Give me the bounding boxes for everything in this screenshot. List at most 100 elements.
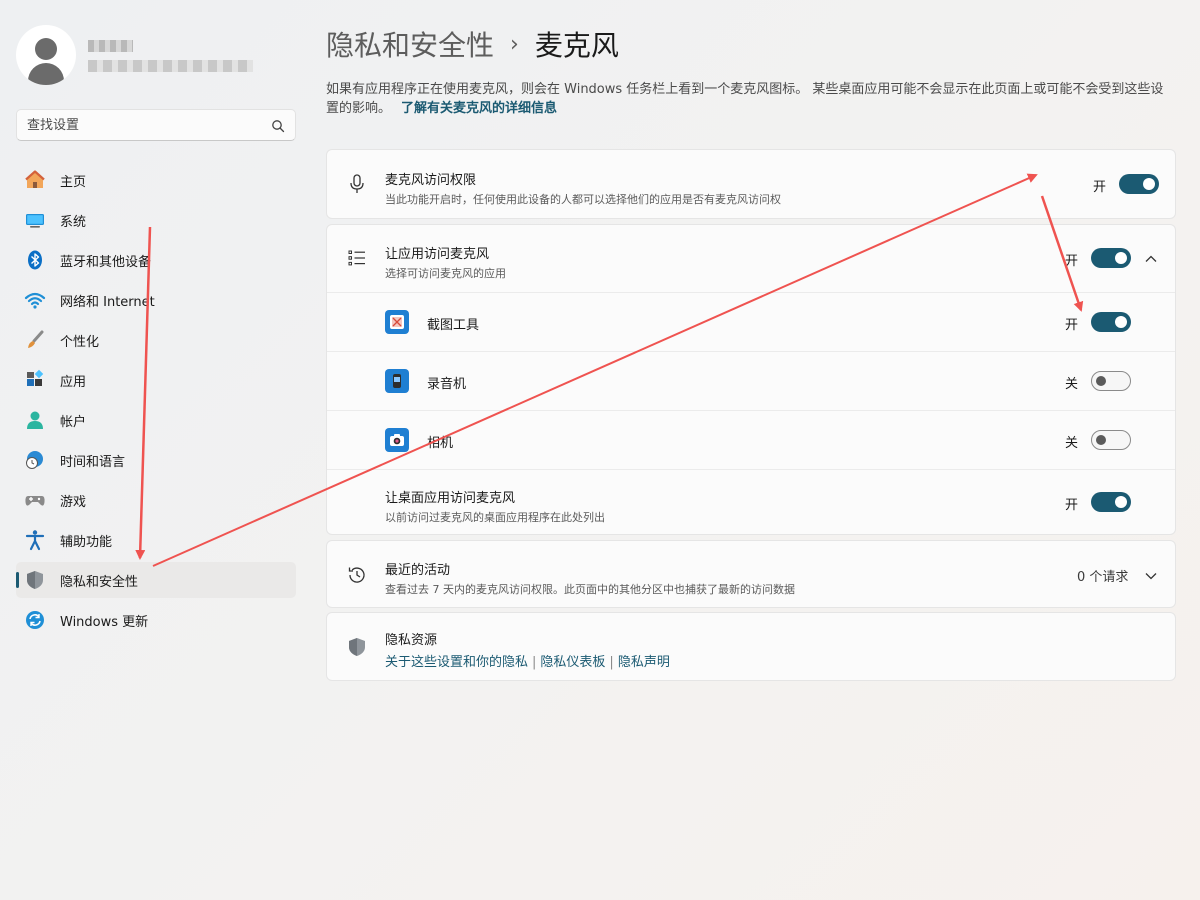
microphone-icon xyxy=(345,172,369,196)
sidebar-item-gaming[interactable]: 游戏 xyxy=(16,482,296,518)
learn-more-link[interactable]: 了解有关麦克风的详细信息 xyxy=(401,101,557,116)
sound-recorder-icon xyxy=(385,369,409,393)
desktop-app-access-title: 让桌面应用访问麦克风 xyxy=(385,491,516,506)
app-state: 开 xyxy=(1065,318,1079,333)
sidebar-item-label: 主页 xyxy=(60,174,87,190)
mic-access-toggle[interactable] xyxy=(1119,174,1159,194)
page-description: 如果有应用程序正在使用麦克风，则会在 Windows 任务栏上看到一个麦克风图标… xyxy=(326,80,1176,118)
app-row-sound-recorder: 录音机 关 xyxy=(327,351,1175,410)
sidebar-item-network[interactable]: 网络和 Internet xyxy=(16,282,296,318)
sidebar-item-accounts[interactable]: 帐户 xyxy=(16,402,296,438)
app-access-text: 让应用访问麦克风 选择可访问麦克风的应用 xyxy=(385,243,506,281)
globe-clock-icon xyxy=(24,449,46,471)
history-icon xyxy=(345,563,369,587)
shield-icon xyxy=(345,635,369,659)
home-icon xyxy=(24,169,46,191)
privacy-settings-link[interactable]: 关于这些设置和你的隐私 xyxy=(385,655,528,670)
brush-icon xyxy=(24,329,46,351)
sound-recorder-toggle[interactable] xyxy=(1091,371,1131,391)
app-access-toggle[interactable] xyxy=(1091,248,1131,268)
sidebar-item-label: 应用 xyxy=(60,374,87,390)
desktop-app-access-subtitle: 以前访问过麦克风的桌面应用程序在此处列出 xyxy=(385,511,605,524)
app-name: 相机 xyxy=(427,436,454,451)
mic-access-subtitle: 当此功能开启时，任何使用此设备的人都可以选择他们的应用是否有麦克风访问权 xyxy=(385,193,781,206)
recent-activity-title: 最近的活动 xyxy=(385,563,451,578)
sidebar-item-label: 隐私和安全性 xyxy=(60,574,139,590)
breadcrumb: 隐私和安全性 › 麦克风 xyxy=(326,24,619,64)
sidebar-item-label: 时间和语言 xyxy=(60,454,126,470)
mic-access-title: 麦克风访问权限 xyxy=(385,173,477,188)
sidebar-item-system[interactable]: 系统 xyxy=(16,202,296,238)
desktop-app-access-row: 让桌面应用访问麦克风 以前访问过麦克风的桌面应用程序在此处列出 开 xyxy=(327,469,1175,533)
app-state: 关 xyxy=(1065,377,1079,392)
sidebar-item-accessibility[interactable]: 辅助功能 xyxy=(16,522,296,558)
search-icon[interactable] xyxy=(271,118,285,133)
desktop-app-access-toggle[interactable] xyxy=(1091,492,1131,512)
request-count: 0 个请求 xyxy=(1077,570,1129,585)
app-access-row[interactable]: 让应用访问麦克风 选择可访问麦克风的应用 开 xyxy=(327,225,1175,292)
recent-activity-text: 最近的活动 查看过去 7 天内的麦克风访问权限。此页面中的其他分区中也捕获了最新… xyxy=(385,559,795,597)
app-state: 关 xyxy=(1065,436,1079,451)
apps-icon xyxy=(24,369,46,391)
desktop-app-access-state: 开 xyxy=(1065,498,1079,513)
sidebar-item-privacy-security[interactable]: 隐私和安全性 xyxy=(16,562,296,598)
search-box[interactable] xyxy=(16,109,296,141)
sidebar-item-time-language[interactable]: 时间和语言 xyxy=(16,442,296,478)
bluetooth-icon xyxy=(24,249,46,271)
mic-access-state: 开 xyxy=(1093,180,1107,195)
account-icon xyxy=(24,409,46,431)
chevron-up-icon[interactable] xyxy=(1144,251,1158,265)
mic-access-text: 麦克风访问权限 当此功能开启时，任何使用此设备的人都可以选择他们的应用是否有麦克… xyxy=(385,169,781,207)
gamepad-icon xyxy=(24,489,46,511)
app-access-card: 让应用访问麦克风 选择可访问麦克风的应用 开 截图工具 开 录音机 关 相机 关… xyxy=(326,224,1176,535)
privacy-statement-link[interactable]: 隐私声明 xyxy=(618,655,670,670)
camera-icon xyxy=(385,428,409,452)
app-row-snipping-tool: 截图工具 开 xyxy=(327,292,1175,351)
sidebar-item-bluetooth[interactable]: 蓝牙和其他设备 xyxy=(16,242,296,278)
camera-toggle[interactable] xyxy=(1091,430,1131,450)
sidebar-item-label: 网络和 Internet xyxy=(60,294,155,310)
app-access-subtitle: 选择可访问麦克风的应用 xyxy=(385,267,506,280)
app-access-title: 让应用访问麦克风 xyxy=(385,247,490,262)
breadcrumb-parent[interactable]: 隐私和安全性 xyxy=(326,24,494,64)
nav-list: 主页 系统 蓝牙和其他设备 网络和 Internet 个性化 应用 帐户 时间和… xyxy=(16,162,296,642)
sidebar-item-apps[interactable]: 应用 xyxy=(16,362,296,398)
recent-activity-subtitle: 查看过去 7 天内的麦克风访问权限。此页面中的其他分区中也捕获了最新的访问数据 xyxy=(385,583,795,596)
sidebar-item-home[interactable]: 主页 xyxy=(16,162,296,198)
chevron-down-icon[interactable] xyxy=(1144,568,1158,582)
user-name-redacted xyxy=(88,40,133,52)
app-name: 录音机 xyxy=(427,377,467,392)
list-icon xyxy=(345,246,369,270)
sidebar: 主页 系统 蓝牙和其他设备 网络和 Internet 个性化 xyxy=(0,0,310,900)
search-input[interactable] xyxy=(27,117,271,133)
recent-activity-card[interactable]: 最近的活动 查看过去 7 天内的麦克风访问权限。此页面中的其他分区中也捕获了最新… xyxy=(326,540,1176,608)
wifi-icon xyxy=(24,289,46,311)
privacy-resources-title: 隐私资源 xyxy=(385,633,438,648)
sidebar-item-label: 蓝牙和其他设备 xyxy=(60,254,152,270)
link-separator: | xyxy=(532,655,537,670)
desktop-app-access-text: 让桌面应用访问麦克风 以前访问过麦克风的桌面应用程序在此处列出 xyxy=(385,487,605,525)
sidebar-item-label: 系统 xyxy=(60,214,87,230)
sidebar-item-personalization[interactable]: 个性化 xyxy=(16,322,296,358)
privacy-dashboard-link[interactable]: 隐私仪表板 xyxy=(540,655,605,670)
link-separator: | xyxy=(609,655,614,670)
app-row-camera: 相机 关 xyxy=(327,410,1175,469)
privacy-resources-card: 隐私资源 关于这些设置和你的隐私 | 隐私仪表板 | 隐私声明 xyxy=(326,612,1176,681)
sidebar-item-label: 游戏 xyxy=(60,494,87,510)
snipping-tool-icon xyxy=(385,310,409,334)
update-icon xyxy=(24,609,46,631)
app-access-state: 开 xyxy=(1065,254,1079,269)
snipping-tool-toggle[interactable] xyxy=(1091,312,1131,332)
mic-access-row: 麦克风访问权限 当此功能开启时，任何使用此设备的人都可以选择他们的应用是否有麦克… xyxy=(327,150,1175,218)
sidebar-item-label: 帐户 xyxy=(60,414,87,430)
sidebar-item-label: Windows 更新 xyxy=(60,614,149,630)
app-name: 截图工具 xyxy=(427,318,480,333)
privacy-resources-links: 关于这些设置和你的隐私 | 隐私仪表板 | 隐私声明 xyxy=(385,651,670,670)
user-avatar[interactable] xyxy=(16,25,76,85)
mic-access-card: 麦克风访问权限 当此功能开启时，任何使用此设备的人都可以选择他们的应用是否有麦克… xyxy=(326,149,1176,219)
monitor-icon xyxy=(24,209,46,231)
shield-icon xyxy=(24,569,46,591)
user-email-redacted xyxy=(88,60,253,72)
sidebar-item-label: 个性化 xyxy=(60,334,100,350)
sidebar-item-windows-update[interactable]: Windows 更新 xyxy=(16,602,296,638)
